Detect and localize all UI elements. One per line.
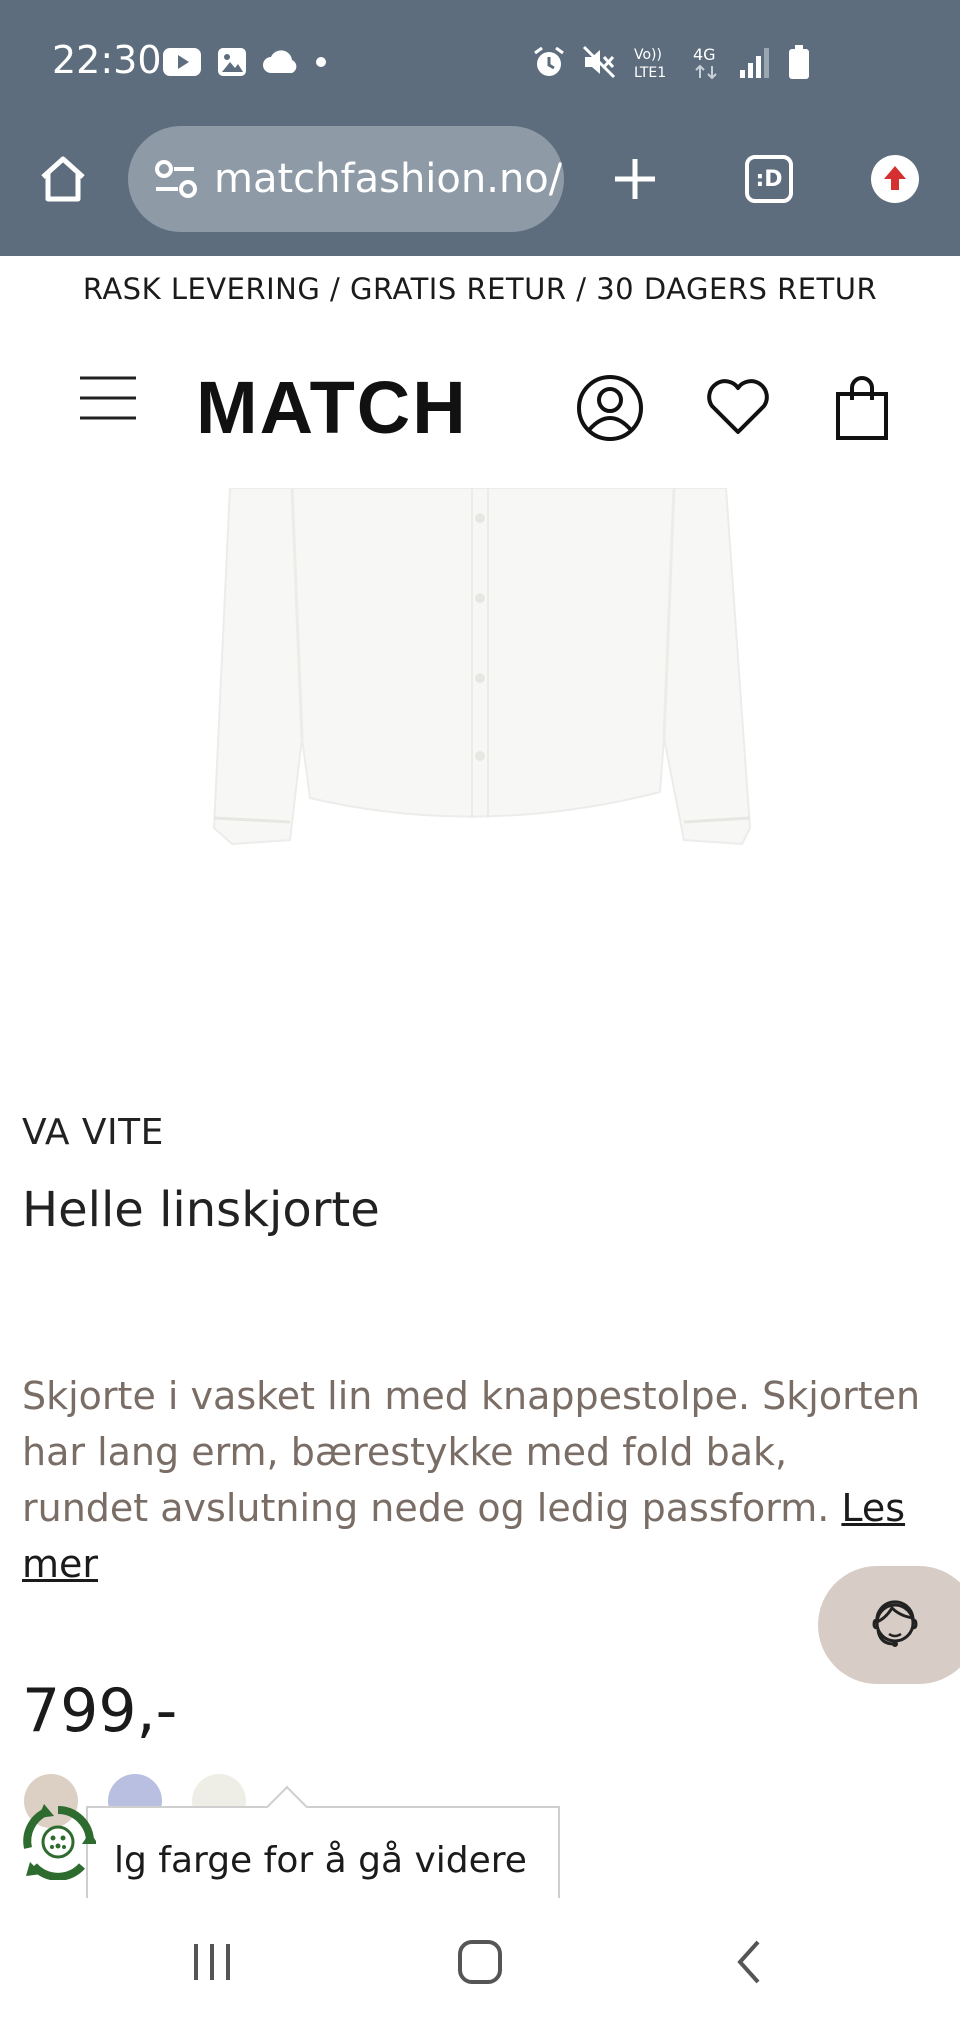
svg-text:Vo)): Vo)) xyxy=(634,47,662,63)
support-agent-icon xyxy=(872,1600,918,1647)
tab-switcher-button[interactable]: :D xyxy=(736,146,802,212)
address-bar[interactable]: matchfashion.no/ xyxy=(128,126,564,232)
product-brand[interactable]: VA VITE xyxy=(22,1112,164,1153)
account-icon xyxy=(577,375,643,441)
recycle-badge-icon[interactable] xyxy=(20,1804,96,1880)
product-price: 799,- xyxy=(22,1676,178,1746)
description-text: Skjorte i vasket lin med knappestolpe. S… xyxy=(22,1374,921,1530)
battery-icon xyxy=(789,45,809,79)
home-icon xyxy=(41,156,85,202)
volte-icon: Vo)) LTE1 xyxy=(634,47,666,80)
recent-apps-button[interactable] xyxy=(180,1932,244,1992)
wishlist-button[interactable] xyxy=(702,372,774,444)
menu-button[interactable] xyxy=(78,374,138,422)
plus-icon xyxy=(615,159,655,199)
new-tab-button[interactable] xyxy=(602,146,668,212)
product-image[interactable] xyxy=(190,488,770,860)
customer-service-chat-button[interactable] xyxy=(818,1566,960,1684)
cloud-icon xyxy=(263,50,297,73)
svg-text:4G: 4G xyxy=(693,45,716,64)
product-description: Skjorte i vasket lin med knappestolpe. S… xyxy=(22,1368,922,1592)
browser-home-button[interactable] xyxy=(30,146,96,212)
back-icon xyxy=(737,1940,760,1984)
browser-update-button[interactable] xyxy=(862,146,928,212)
alarm-icon xyxy=(534,46,564,76)
back-button[interactable] xyxy=(718,1932,782,1992)
4g-icon: 4G xyxy=(693,45,717,80)
tab-count: :D xyxy=(755,166,783,192)
cart-button[interactable] xyxy=(826,372,898,444)
mute-icon xyxy=(582,45,616,79)
home-button[interactable] xyxy=(448,1932,512,1992)
menu-icon xyxy=(80,376,136,420)
youtube-icon xyxy=(163,48,201,76)
status-left-icons xyxy=(162,46,328,78)
svg-text:LTE1: LTE1 xyxy=(634,65,666,80)
home-icon xyxy=(458,1940,502,1984)
cart-icon xyxy=(836,376,888,440)
browser-chrome: 22:30 Vo)) LTE1 4G matchfashion.no/ :D xyxy=(0,0,960,256)
signal-icon xyxy=(740,48,769,78)
status-time: 22:30 xyxy=(52,38,162,82)
gallery-icon xyxy=(218,48,246,76)
site-logo[interactable]: MATCH xyxy=(196,368,468,448)
tooltip-text: lg farge for å gå videre xyxy=(114,1840,527,1881)
status-right-icons: Vo)) LTE1 4G xyxy=(532,44,810,80)
account-button[interactable] xyxy=(574,372,646,444)
update-icon xyxy=(871,155,919,203)
system-nav-bar xyxy=(0,1898,960,2027)
announcement-bar: RASK LEVERING / GRATIS RETUR / 30 DAGERS… xyxy=(82,272,878,306)
product-title: Helle linskjorte xyxy=(22,1182,380,1238)
dot-icon xyxy=(316,57,326,67)
site-settings-icon[interactable] xyxy=(150,153,202,205)
recent-apps-icon xyxy=(194,1944,230,1980)
url-text[interactable]: matchfashion.no/ xyxy=(214,156,562,202)
wishlist-icon xyxy=(707,379,769,434)
tooltip-arrow xyxy=(265,1785,309,1829)
